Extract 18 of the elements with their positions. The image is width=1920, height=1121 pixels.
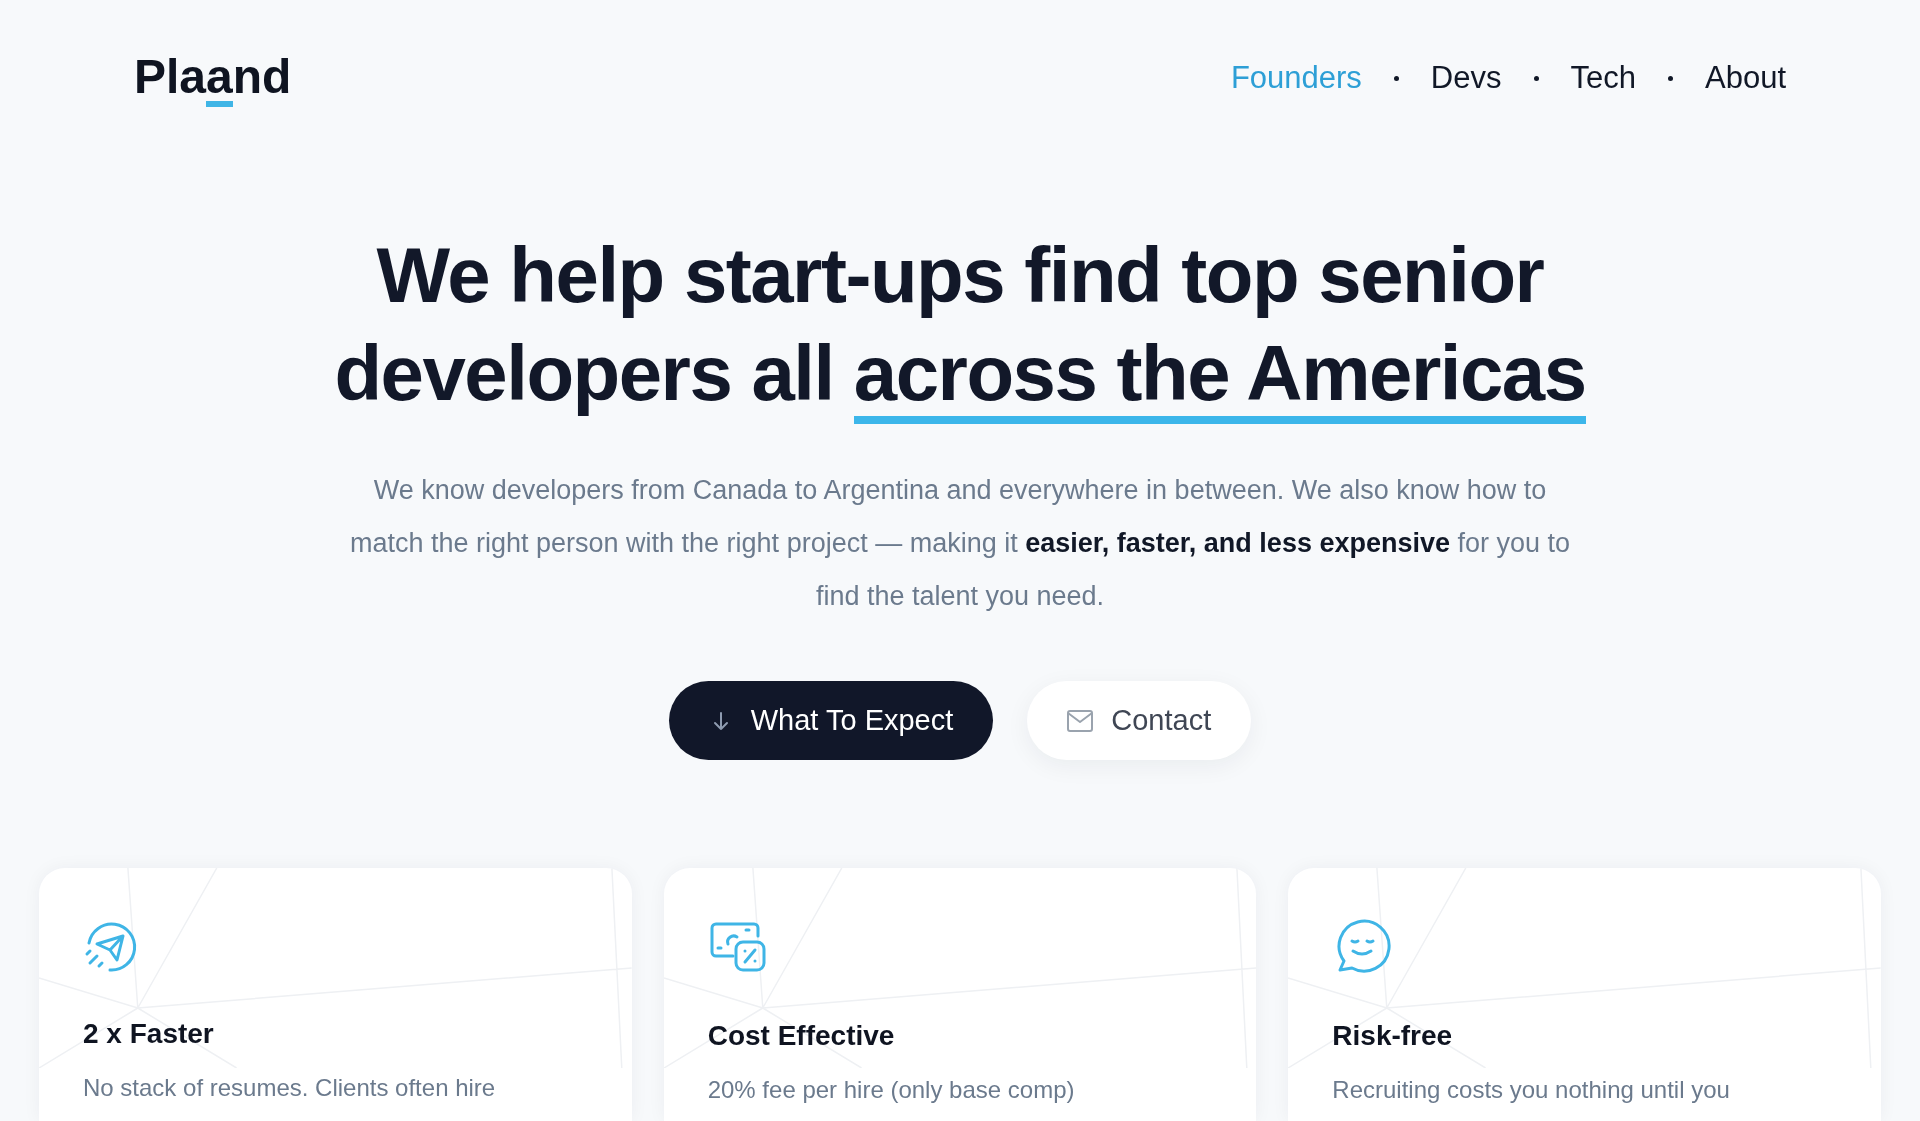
card-description: 20% fee per hire (only base comp) [707, 1076, 1076, 1104]
separator-dot [1393, 75, 1399, 81]
nav-link[interactable]: About [1705, 60, 1786, 96]
card-title: Cost Effective [707, 1020, 896, 1052]
card-title: 2 x Faster [83, 1018, 215, 1050]
envelope-icon [1067, 709, 1094, 732]
nav-link[interactable]: Tech [1570, 60, 1636, 96]
card-description: Recruiting costs you nothing until you [1332, 1076, 1731, 1104]
card-title: Risk-free [1332, 1020, 1454, 1052]
logo-wordmark[interactable]: Plaand [134, 49, 292, 107]
separator-dot [1533, 75, 1539, 81]
what-to-expect-button[interactable]: What To Expect [668, 681, 994, 760]
hero-headline: We help start-ups find top senior developers all across the Americas [295, 226, 1625, 424]
nav-link[interactable]: Devs [1430, 60, 1502, 96]
contact-button[interactable]: Contact [1027, 681, 1252, 760]
card-description: No stack of resumes. Clients often hire [83, 1074, 497, 1102]
hero-paragraph: We know developers from Canada to Argentina and everywhere in between. We also know how to match the right person with the right project — making it easier, faster, and less expensive for you to find the talent you need. [348, 474, 1572, 613]
separator-dot [1668, 75, 1673, 81]
